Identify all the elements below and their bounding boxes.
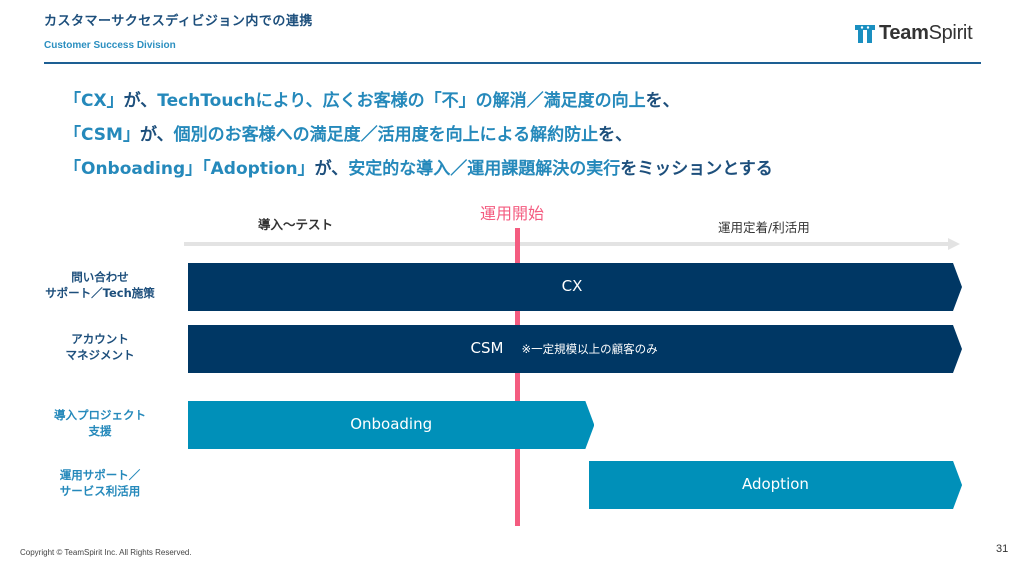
bar-label: Onboading xyxy=(350,415,432,433)
bar-label: CSM ※一定規模以上の顧客のみ xyxy=(471,339,658,357)
logo-wordmark: TeamSpirit xyxy=(879,22,973,44)
mission-line: 「CSM」が、個別のお客様への満足度／活用度を向上による解約防止を、 xyxy=(64,118,773,152)
timeline-bar-csm: CSM ※一定規模以上の顧客のみ xyxy=(188,325,962,373)
row-label: アカウント マネジメント xyxy=(65,332,135,362)
timeline-arrow xyxy=(184,238,960,250)
phase-label-onboarding: 導入～テスト xyxy=(258,217,334,232)
timeline-bar-cx: CX xyxy=(188,263,962,311)
mission-segment: TechTouchにより、広くお客様の「不」の解消／満足度の向上 xyxy=(157,91,646,111)
row-label: 運用サポート／ サービス利活用 xyxy=(59,468,141,498)
header-divider xyxy=(44,62,981,64)
timeline-bar-onboading: Onboading xyxy=(188,401,595,449)
mission-segment: 安定的な導入／運用課題解決の実行 xyxy=(348,159,621,179)
page-number: 31 xyxy=(996,543,1009,555)
mission-segment: 「CSM」 xyxy=(64,125,140,145)
mission-segment: 個別のお客様への満足度／活用度を向上による解約防止 xyxy=(173,125,599,145)
mission-segment: が、 xyxy=(314,159,349,179)
teamspirit-logo-icon xyxy=(855,24,875,44)
timeline-axis-line xyxy=(184,242,948,246)
slide-subtitle: Customer Success Division xyxy=(44,40,176,51)
mission-segment: をミッションとする xyxy=(620,159,773,179)
mission-line: 「Onboading」「Adoption」が、安定的な導入／運用課題解決の実行を… xyxy=(64,152,773,186)
teamspirit-logo: TeamSpirit xyxy=(855,22,973,45)
timeline-arrowhead xyxy=(948,238,960,250)
mission-segment: を、 xyxy=(598,125,633,145)
mission-statement: 「CX」が、TechTouchにより、広くお客様の「不」の解消／満足度の向上を、… xyxy=(64,84,773,186)
bar-label-text: Onboading xyxy=(350,415,433,433)
mission-segment: が、 xyxy=(123,91,158,111)
copyright: Copyright © TeamSpirit Inc. All Rights R… xyxy=(20,548,192,557)
bar-label-text: CX xyxy=(561,277,583,295)
mission-segment: 「Onboading」「Adoption」 xyxy=(64,159,315,179)
timeline-bar-adoption: Adoption xyxy=(588,461,962,509)
bar-label: Adoption xyxy=(742,475,809,493)
mission-line: 「CX」が、TechTouchにより、広くお客様の「不」の解消／満足度の向上を、 xyxy=(64,84,773,118)
milestone-label: 運用開始 xyxy=(480,204,545,223)
slide-title: カスタマーサクセスディビジョン内での連携 xyxy=(44,14,313,29)
mission-segment: が、 xyxy=(139,125,174,145)
bar-note: ※一定規模以上の顧客のみ xyxy=(521,342,658,356)
mission-segment: 「CX」 xyxy=(64,91,124,111)
mission-segment: を、 xyxy=(645,91,680,111)
bar-label-text: Adoption xyxy=(741,475,809,493)
bar-label-text: CSM xyxy=(470,339,504,357)
row-label: 問い合わせ サポート／Tech施策 xyxy=(45,270,155,300)
phase-label-adoption: 運用定着/利活用 xyxy=(718,220,810,235)
bar-label: CX xyxy=(562,277,583,295)
row-label: 導入プロジェクト 支援 xyxy=(54,408,146,438)
